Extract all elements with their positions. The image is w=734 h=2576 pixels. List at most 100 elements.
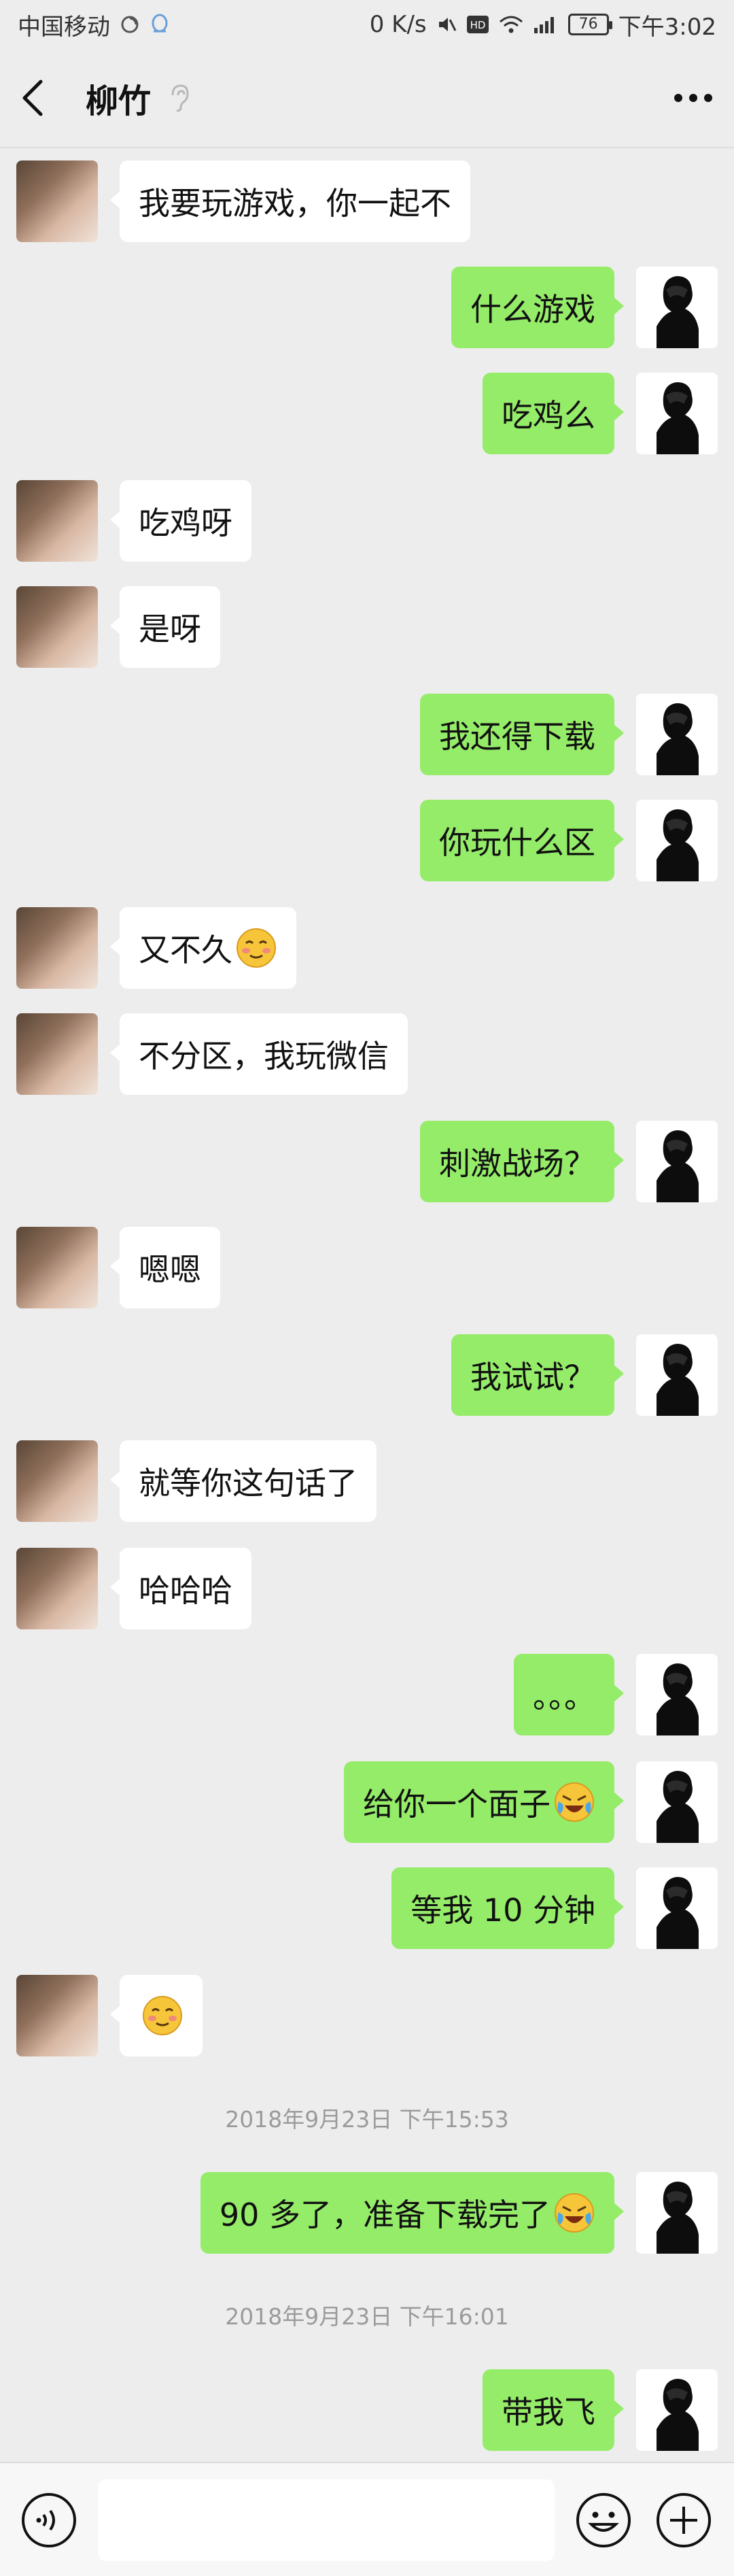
sent-bubble[interactable]: 吃鸡么: [483, 373, 624, 454]
contact-avatar[interactable]: [16, 160, 98, 242]
sent-bubble[interactable]: 你玩什么区: [420, 800, 624, 881]
sent-bubble[interactable]: 。。。: [514, 1654, 624, 1735]
received-bubble[interactable]: 就等你这句话了: [110, 1440, 377, 1522]
message-text: 嗯嗯: [139, 1251, 201, 1288]
mute-icon: [436, 14, 457, 35]
laugh-cry-emoji-icon: [553, 1781, 595, 1823]
voice-button[interactable]: [20, 2492, 77, 2549]
contact-avatar[interactable]: [16, 480, 98, 562]
qq-notification-icon: [150, 14, 170, 35]
sent-bubble[interactable]: 我试试？: [451, 1334, 624, 1416]
my-avatar[interactable]: [636, 694, 718, 775]
my-avatar[interactable]: [636, 373, 718, 454]
message-text: 90 多了，准备下载完了: [219, 2197, 550, 2233]
received-bubble[interactable]: 我要玩游戏，你一起不: [110, 160, 470, 242]
message-row: 给你一个面子: [0, 1761, 734, 1843]
message-text: 你玩什么区: [439, 824, 595, 861]
my-avatar[interactable]: [636, 1867, 718, 1949]
sent-bubble[interactable]: 刺激战场？: [420, 1121, 624, 1202]
message-text: 哈哈哈: [139, 1572, 232, 1609]
timestamp-label: 2018年9月23日 下午15:53: [225, 2106, 509, 2133]
message-text: 是呀: [139, 611, 201, 647]
contact-avatar[interactable]: [16, 1013, 98, 1095]
sent-bubble[interactable]: 给你一个面子: [344, 1761, 624, 1843]
my-avatar[interactable]: [636, 800, 718, 881]
my-avatar[interactable]: [636, 267, 718, 348]
message-row: 你玩什么区: [0, 800, 734, 881]
received-bubble[interactable]: 又不久: [110, 907, 296, 989]
message-row: 就等你这句话了: [0, 1440, 734, 1522]
blush-emoji-icon: [141, 1995, 184, 2037]
received-bubble[interactable]: 不分区，我玩微信: [110, 1013, 408, 1095]
message-text: 带我飞: [502, 2394, 595, 2430]
my-avatar[interactable]: [636, 1654, 718, 1735]
contact-avatar[interactable]: [16, 1975, 98, 2056]
message-row: 嗯嗯: [0, 1227, 734, 1308]
received-bubble[interactable]: 吃鸡呀: [110, 480, 251, 562]
contact-avatar[interactable]: [16, 586, 98, 668]
message-row: 我要玩游戏，你一起不: [0, 160, 734, 242]
message-row: 我还得下载: [0, 694, 734, 775]
message-row: 等我 10 分钟: [0, 1867, 734, 1949]
sent-bubble[interactable]: 带我飞: [483, 2369, 624, 2451]
message-text: 给你一个面子: [363, 1786, 550, 1823]
message-row: 什么游戏: [0, 267, 734, 348]
received-bubble[interactable]: 哈哈哈: [110, 1548, 251, 1629]
voice-icon: [22, 2493, 76, 2547]
sent-bubble[interactable]: 我还得下载: [420, 694, 624, 775]
message-input[interactable]: [98, 2479, 555, 2561]
sync-icon: [120, 14, 140, 35]
status-bar: 中国移动 0 K/s HD 76 下午3:02: [0, 0, 734, 49]
my-avatar[interactable]: [636, 1121, 718, 1202]
message-text: 。。。: [533, 1678, 595, 1715]
message-row: 吃鸡呀: [0, 480, 734, 562]
network-speed: 0 K/s: [369, 11, 427, 38]
message-text: 我试试？: [470, 1359, 595, 1395]
message-text: 我要玩游戏，你一起不: [139, 185, 451, 222]
emoji-button[interactable]: [575, 2492, 632, 2549]
my-avatar[interactable]: [636, 2369, 718, 2451]
message-row: 吃鸡么: [0, 373, 734, 454]
laugh-cry-emoji-icon: [553, 2192, 595, 2234]
contact-avatar[interactable]: [16, 1440, 98, 1522]
message-row: 我试试？: [0, 1334, 734, 1416]
message-list[interactable]: 我要玩游戏，你一起不 什么游戏 吃鸡么 吃鸡呀 是呀 我还得下载 你玩什么区 又…: [0, 150, 734, 2462]
more-button[interactable]: [659, 71, 714, 125]
my-avatar[interactable]: [636, 1761, 718, 1843]
blush-emoji-icon: [235, 927, 277, 969]
message-row: 是呀: [0, 586, 734, 668]
contact-avatar[interactable]: [16, 907, 98, 989]
emoji-icon: [576, 2493, 631, 2547]
input-bar: [0, 2462, 734, 2576]
received-bubble[interactable]: 嗯嗯: [110, 1227, 220, 1308]
message-text: 又不久: [139, 932, 232, 968]
message-text: 不分区，我玩微信: [139, 1038, 389, 1074]
received-bubble[interactable]: [110, 1975, 203, 2056]
wifi-icon: [499, 15, 523, 34]
received-bubble[interactable]: 是呀: [110, 586, 220, 668]
message-text: 等我 10 分钟: [410, 1892, 595, 1929]
message-row: [0, 1975, 734, 2056]
back-button[interactable]: [20, 71, 58, 125]
sent-bubble[interactable]: 90 多了，准备下载完了: [200, 2172, 625, 2254]
svg-text:HD: HD: [470, 19, 485, 31]
my-avatar[interactable]: [636, 1334, 718, 1416]
battery-indicator: 76: [567, 14, 612, 35]
more-icon: [674, 94, 712, 102]
contact-name: 柳竹: [86, 82, 152, 120]
signal-icon: [533, 14, 559, 35]
clock: 下午3:02: [618, 13, 716, 41]
contact-avatar[interactable]: [16, 1548, 98, 1629]
sent-bubble[interactable]: 什么游戏: [451, 267, 624, 348]
message-row: 又不久: [0, 907, 734, 989]
sent-bubble[interactable]: 等我 10 分钟: [391, 1867, 624, 1949]
contact-avatar[interactable]: [16, 1227, 98, 1308]
message-row: 带我飞: [0, 2369, 734, 2451]
plus-button[interactable]: [655, 2492, 712, 2549]
message-row: 刺激战场？: [0, 1121, 734, 1202]
plus-icon: [657, 2493, 711, 2547]
back-arrow-icon: [22, 80, 43, 116]
my-avatar[interactable]: [636, 2172, 718, 2254]
message-row: 。。。: [0, 1654, 734, 1735]
message-text: 我还得下载: [439, 718, 595, 755]
